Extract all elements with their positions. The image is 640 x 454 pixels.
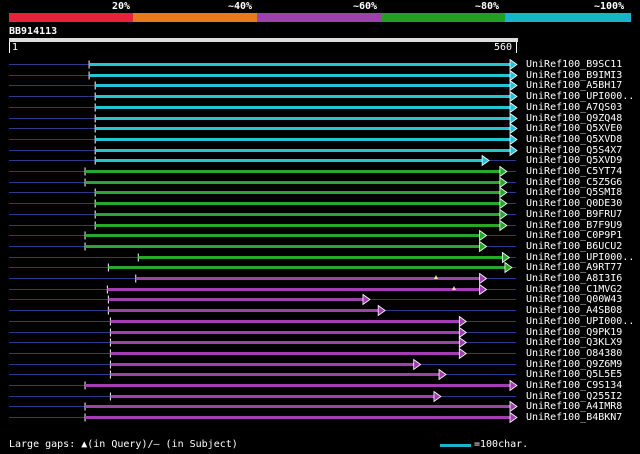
hit-bar[interactable] (95, 138, 510, 141)
hit-arrow-icon (509, 144, 518, 157)
hit-arrow-icon (499, 219, 508, 232)
legend-scale-bar (440, 444, 471, 447)
hit-arrow-icon (458, 347, 467, 360)
hit-bar[interactable] (108, 298, 363, 301)
hit-link[interactable]: UniRef100_A7QS03 (526, 102, 622, 113)
hit-arrow-icon (499, 197, 508, 210)
hit-arrow-icon (433, 390, 442, 403)
hit-bar[interactable] (85, 245, 480, 248)
hit-bar[interactable] (89, 74, 510, 77)
hit-link[interactable]: UniRef100_C0P9P1 (526, 230, 622, 241)
hit-bar[interactable] (85, 384, 511, 387)
hit-link[interactable]: UniRef100_B6UCU2 (526, 241, 622, 252)
hit-bar[interactable] (110, 352, 460, 355)
hit-link[interactable]: UniRef100_A4SB08 (526, 305, 622, 316)
hit-bar[interactable] (95, 84, 510, 87)
hit-link[interactable]: UniRef100_Q5XVD9 (526, 155, 622, 166)
legend-gaps: Large gaps: ▲(in Query)/– (in Subject) (9, 439, 238, 450)
hit-link[interactable]: UniRef100_Q00W43 (526, 294, 622, 305)
hit-arrow-icon (509, 112, 518, 125)
hit-arrow-icon (509, 133, 518, 146)
hit-link[interactable]: UniRef100_A5BH17 (526, 80, 622, 91)
hit-bar[interactable] (95, 95, 510, 98)
hit-link[interactable]: UniRef100_UPI000.. (526, 316, 634, 327)
hit-link[interactable]: UniRef100_C5YT74 (526, 166, 622, 177)
hit-arrow-icon (509, 122, 518, 135)
hit-link[interactable]: UniRef100_Q5XVE0 (526, 123, 622, 134)
hit-bar[interactable] (95, 213, 500, 216)
hit-arrow-icon (499, 176, 508, 189)
hit-link[interactable]: UniRef100_B9FRU7 (526, 209, 622, 220)
hit-bar[interactable] (110, 363, 414, 366)
hit-bar[interactable] (110, 341, 460, 344)
hit-link[interactable]: UniRef100_A8I3I6 (526, 273, 622, 284)
hit-link[interactable]: UniRef100_Q3KLX9 (526, 337, 622, 348)
hit-arrow-icon (499, 186, 508, 199)
hit-arrow-icon (458, 336, 467, 349)
hit-link[interactable]: UniRef100_UPI000.. (526, 91, 634, 102)
legend-scale-label: =100char. (474, 439, 529, 450)
hit-arrow-icon (458, 315, 467, 328)
hit-link[interactable]: UniRef100_A9RT77 (526, 262, 622, 273)
hit-arrow-icon (504, 261, 513, 274)
hit-bar[interactable] (95, 159, 483, 162)
hit-arrow-icon (509, 411, 518, 424)
hit-bar[interactable] (110, 320, 460, 323)
hit-arrow-icon (501, 251, 511, 264)
hit-arrow-icon (499, 208, 508, 221)
hit-bar[interactable] (107, 288, 480, 291)
hit-arrow-icon (509, 90, 518, 103)
hit-bar[interactable] (95, 117, 510, 120)
hit-bar[interactable] (110, 395, 434, 398)
hit-bar[interactable] (95, 127, 510, 130)
hit-arrow-icon (509, 69, 518, 82)
hit-link[interactable]: UniRef100_Q5SMI8 (526, 187, 622, 198)
hit-arrow-icon (377, 304, 386, 317)
hit-bar[interactable] (95, 149, 510, 152)
hit-link[interactable]: UniRef100_Q0DE30 (526, 198, 622, 209)
hit-arrow-icon (509, 379, 518, 392)
hit-bar[interactable] (85, 234, 480, 237)
hit-bar[interactable] (95, 224, 500, 227)
hit-bar[interactable] (110, 331, 460, 334)
hit-arrow-icon (479, 283, 488, 296)
hit-link[interactable]: UniRef100_O84380 (526, 348, 622, 359)
hit-arrow-icon (499, 165, 508, 178)
hit-arrow-icon (479, 240, 488, 253)
hit-link[interactable]: UniRef100_C9S134 (526, 380, 622, 391)
hit-bar[interactable] (108, 309, 379, 312)
hit-link[interactable]: UniRef100_B9SC11 (526, 59, 622, 70)
hit-link[interactable]: UniRef100_Q5L5E5 (526, 369, 622, 380)
hit-link[interactable]: UniRef100_A4IMR8 (526, 401, 622, 412)
hit-arrow-icon (509, 58, 518, 71)
hit-arrow-icon (438, 368, 447, 381)
hit-arrow-icon (362, 293, 371, 306)
hit-arrow-icon (509, 400, 518, 413)
hit-bar[interactable] (89, 63, 510, 66)
hit-bar[interactable] (135, 277, 480, 280)
hit-bar[interactable] (138, 256, 503, 259)
hit-bar[interactable] (95, 202, 500, 205)
hit-arrow-icon (509, 101, 518, 114)
hit-bar[interactable] (95, 106, 510, 109)
hit-bar[interactable] (95, 191, 500, 194)
hit-arrow-icon (458, 326, 467, 339)
hit-bar[interactable] (85, 170, 500, 173)
hit-arrow-icon (413, 358, 422, 371)
hit-arrow-icon (509, 79, 518, 92)
hit-bar[interactable] (110, 373, 440, 376)
hit-arrow-icon (479, 229, 488, 242)
hit-bar[interactable] (85, 416, 511, 419)
hit-arrow-icon (481, 154, 490, 167)
hit-link[interactable]: UniRef100_B4BKN7 (526, 412, 622, 423)
hit-bar[interactable] (85, 405, 511, 408)
hit-bar[interactable] (108, 266, 505, 269)
hit-link[interactable]: UniRef100_Q5XVD8 (526, 134, 622, 145)
hit-bar[interactable] (85, 181, 500, 184)
hit-arrow-icon (479, 272, 488, 285)
